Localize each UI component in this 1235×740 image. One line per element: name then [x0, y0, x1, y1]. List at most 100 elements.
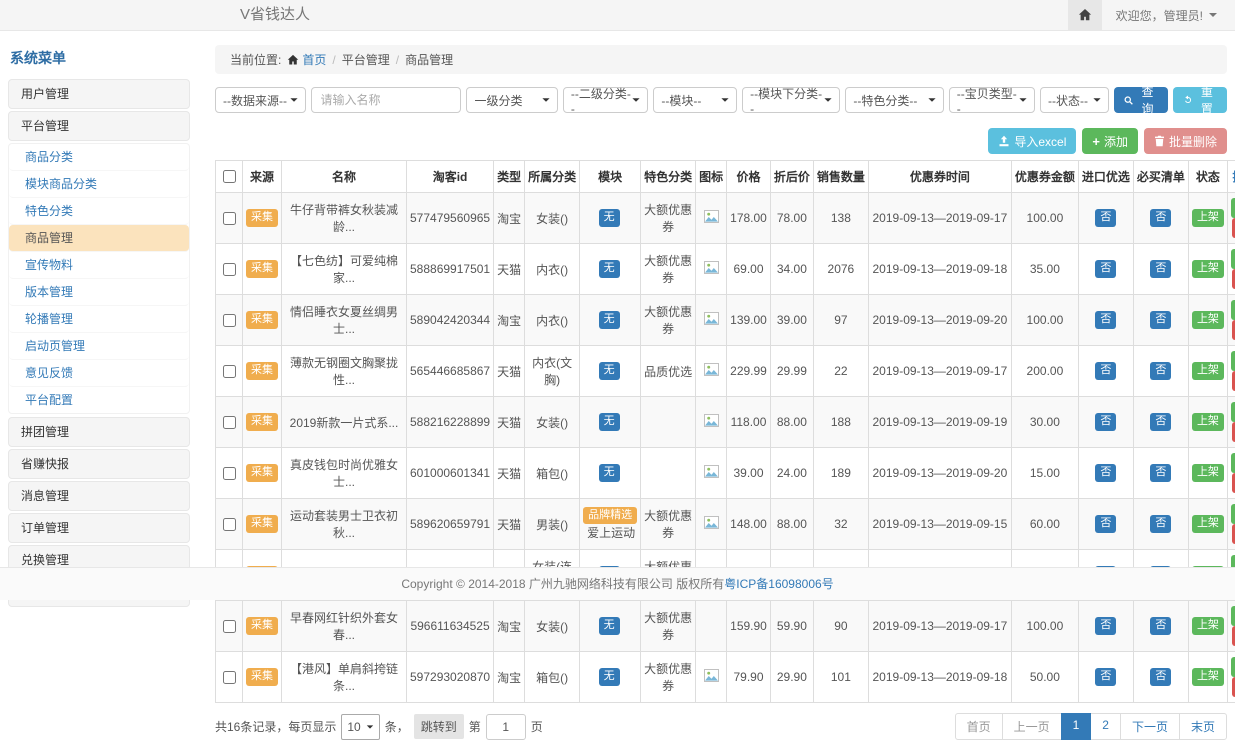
jump-button[interactable]: 跳转到 — [414, 714, 464, 739]
breadcrumb-home-link[interactable]: 首页 — [287, 51, 326, 68]
col-must-buy: 必买清单 — [1133, 161, 1188, 193]
status-badge[interactable]: 上架 — [1192, 362, 1224, 380]
row-checkbox[interactable] — [223, 518, 236, 531]
row-checkbox-cell — [216, 448, 243, 499]
col-status: 状态 — [1188, 161, 1227, 193]
filter-select-module-sub[interactable]: --模块下分类-- — [742, 87, 840, 113]
import-select-badge[interactable]: 否 — [1095, 362, 1116, 380]
status-badge[interactable]: 上架 — [1192, 515, 1224, 533]
status-badge[interactable]: 上架 — [1192, 209, 1224, 227]
chevron-down-icon — [825, 98, 832, 102]
import-select-badge[interactable]: 否 — [1095, 668, 1116, 686]
edit-button[interactable] — [1231, 198, 1235, 218]
select-all-checkbox[interactable] — [223, 170, 236, 183]
pagination-page-2[interactable]: 2 — [1090, 713, 1121, 740]
sidebar-subitem-1-7[interactable]: 启动页管理 — [9, 333, 189, 360]
filter-select-module[interactable]: --模块-- — [653, 87, 737, 113]
name-search-input[interactable] — [311, 87, 461, 113]
import-excel-button[interactable]: 导入excel — [988, 128, 1076, 154]
must-buy-badge[interactable]: 否 — [1150, 362, 1171, 380]
edit-button[interactable] — [1231, 606, 1235, 626]
filter-select-category-1[interactable]: 一级分类 — [466, 87, 557, 113]
import-select-badge[interactable]: 否 — [1095, 209, 1116, 227]
pagination-prev[interactable]: 上一页 — [1002, 713, 1062, 740]
pagination-first[interactable]: 首页 — [955, 713, 1003, 740]
sidebar-subitem-1-1[interactable]: 模块商品分类 — [9, 171, 189, 198]
user-menu[interactable]: 欢迎您，管理员! — [1102, 0, 1235, 30]
row-checkbox[interactable] — [223, 416, 236, 429]
filter-select-category-2[interactable]: --二级分类-- — [563, 87, 648, 113]
import-select-badge[interactable]: 否 — [1095, 311, 1116, 329]
row-checkbox[interactable] — [223, 263, 236, 276]
edit-button[interactable] — [1231, 402, 1235, 422]
sidebar-group-2[interactable]: 拼团管理 — [8, 417, 190, 447]
must-buy-badge[interactable]: 否 — [1150, 464, 1171, 482]
must-buy-badge[interactable]: 否 — [1150, 260, 1171, 278]
edit-button[interactable] — [1231, 504, 1235, 524]
home-button[interactable] — [1068, 0, 1102, 30]
image-placeholder-icon — [704, 363, 719, 376]
sidebar-subitem-1-3[interactable]: 商品管理 — [9, 225, 189, 252]
sidebar-subitem-1-4[interactable]: 宣传物料 — [9, 252, 189, 279]
page-number-input[interactable] — [486, 714, 526, 740]
icp-link[interactable]: 粤ICP备16098006号 — [724, 577, 833, 591]
row-checkbox[interactable] — [223, 620, 236, 633]
edit-button[interactable] — [1231, 300, 1235, 320]
sidebar-subitem-1-0[interactable]: 商品分类 — [9, 144, 189, 171]
taoke-id: 601000601341 — [407, 448, 494, 499]
coupon-amount: 100.00 — [1011, 295, 1078, 346]
edit-button[interactable] — [1231, 657, 1235, 677]
import-select-badge[interactable]: 否 — [1095, 515, 1116, 533]
row-checkbox[interactable] — [223, 467, 236, 480]
pagination-next[interactable]: 下一页 — [1120, 713, 1180, 740]
status-badge[interactable]: 上架 — [1192, 413, 1224, 431]
row-checkbox[interactable] — [223, 365, 236, 378]
sidebar-subitem-1-9[interactable]: 平台配置 — [9, 387, 189, 413]
sidebar-subitem-1-5[interactable]: 版本管理 — [9, 279, 189, 306]
status-badge[interactable]: 上架 — [1192, 260, 1224, 278]
sidebar-group-3[interactable]: 省赚快报 — [8, 449, 190, 479]
sidebar-subitem-1-2[interactable]: 特色分类 — [9, 198, 189, 225]
add-button[interactable]: + 添加 — [1082, 128, 1138, 154]
import-select-badge[interactable]: 否 — [1095, 413, 1116, 431]
import-select-badge[interactable]: 否 — [1095, 464, 1116, 482]
edit-button[interactable] — [1231, 351, 1235, 371]
filter-select-feature[interactable]: --特色分类-- — [845, 87, 943, 113]
row-checkbox[interactable] — [223, 314, 236, 327]
batch-delete-button[interactable]: 批量删除 — [1144, 128, 1227, 154]
query-button[interactable]: 查询 — [1114, 87, 1167, 113]
row-checkbox[interactable] — [223, 212, 236, 225]
filter-select-status[interactable]: --状态-- — [1040, 87, 1109, 113]
filter-select-item-type[interactable]: --宝贝类型-- — [949, 87, 1035, 113]
status-badge[interactable]: 上架 — [1192, 668, 1224, 686]
sidebar-group-0[interactable]: 用户管理 — [8, 79, 190, 109]
pagination-last[interactable]: 末页 — [1179, 713, 1227, 740]
edit-button[interactable] — [1231, 249, 1235, 269]
must-buy-badge[interactable]: 否 — [1150, 413, 1171, 431]
module-badge: 无 — [599, 362, 620, 380]
sidebar-subitem-1-8[interactable]: 意见反馈 — [9, 360, 189, 387]
sidebar-group-5[interactable]: 订单管理 — [8, 513, 190, 543]
price: 159.90 — [727, 601, 771, 652]
sidebar-subitem-1-6[interactable]: 轮播管理 — [9, 306, 189, 333]
sidebar-group-4[interactable]: 消息管理 — [8, 481, 190, 511]
per-page-select[interactable]: 10 — [341, 714, 379, 740]
col-type: 类型 — [494, 161, 525, 193]
status-badge[interactable]: 上架 — [1192, 464, 1224, 482]
must-buy-badge[interactable]: 否 — [1150, 311, 1171, 329]
must-buy-badge[interactable]: 否 — [1150, 515, 1171, 533]
import-select-badge[interactable]: 否 — [1095, 260, 1116, 278]
status-badge[interactable]: 上架 — [1192, 617, 1224, 635]
must-buy-badge[interactable]: 否 — [1150, 668, 1171, 686]
filter-select-data-source[interactable]: --数据来源-- — [215, 87, 306, 113]
row-checkbox[interactable] — [223, 671, 236, 684]
reset-button[interactable]: 重置 — [1173, 87, 1227, 113]
sidebar-group-1[interactable]: 平台管理 — [8, 111, 190, 141]
home-icon — [287, 54, 299, 66]
status-badge[interactable]: 上架 — [1192, 311, 1224, 329]
edit-button[interactable] — [1231, 453, 1235, 473]
pagination-page-1[interactable]: 1 — [1061, 713, 1092, 740]
must-buy-badge[interactable]: 否 — [1150, 209, 1171, 227]
import-select-badge[interactable]: 否 — [1095, 617, 1116, 635]
must-buy-badge[interactable]: 否 — [1150, 617, 1171, 635]
